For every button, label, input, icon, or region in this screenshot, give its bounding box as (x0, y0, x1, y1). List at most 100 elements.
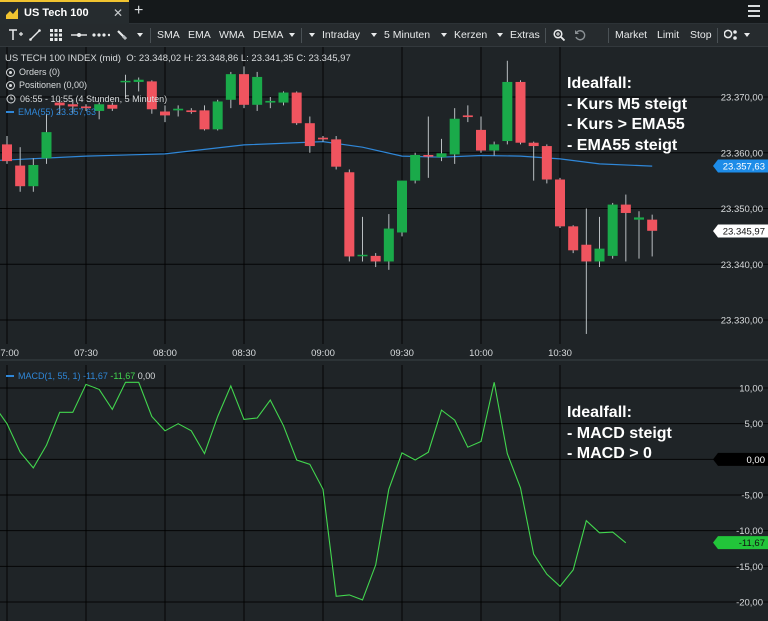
chevron-down-icon (309, 33, 315, 37)
market-order-button[interactable]: Market (615, 24, 647, 46)
period-value: 5 Minuten (384, 29, 431, 41)
positions-item[interactable]: Positionen (0,00) (6, 80, 87, 90)
candle-body (318, 137, 328, 140)
line-tool-icon[interactable] (29, 24, 41, 46)
candle-body (620, 204, 631, 213)
ema-swatch (6, 111, 14, 113)
extras-label: Extras (510, 29, 540, 41)
grid-tool-icon[interactable] (50, 24, 62, 46)
candle-body (2, 144, 12, 162)
price-axis-label: 23.330,00 (721, 316, 763, 327)
undo-icon[interactable] (574, 24, 586, 46)
macd-axis-label: -15,00 (736, 562, 763, 573)
macd-legend-signal: -11,67 (110, 371, 136, 381)
stop-order-button[interactable]: Stop (690, 24, 712, 46)
clock-icon (6, 94, 16, 104)
candle-body (383, 228, 394, 262)
chevron-down-icon (371, 33, 377, 37)
dotted-line-tool-icon[interactable] (92, 24, 110, 46)
candle-body (436, 153, 447, 158)
candle-body (476, 129, 486, 151)
wma-button[interactable]: WMA (219, 24, 245, 46)
chart-style-select[interactable]: Kerzen (441, 24, 487, 46)
candle-body (370, 255, 381, 262)
chart-icon (6, 8, 18, 19)
chevron-down-icon (744, 33, 750, 37)
candle-body (462, 115, 473, 118)
extras-menu[interactable]: Extras (497, 24, 540, 46)
horizontal-line-tool-icon[interactable] (71, 24, 87, 46)
candle-body (160, 111, 170, 116)
macd-axis-label: 10,00 (739, 384, 763, 395)
interval-value: Intraday (322, 29, 360, 41)
macd-legend[interactable]: MACD(1, 55, 1) -11,67 -11,67 0,00 (6, 371, 155, 381)
alerts-icon[interactable] (724, 24, 738, 46)
chevron-down-icon (137, 33, 143, 37)
candle-body (225, 74, 236, 100)
tab-us-tech-100[interactable]: US Tech 100 ✕ (0, 0, 129, 24)
candle-body (278, 92, 289, 103)
macd-axis-label: -5,00 (741, 491, 763, 502)
radio-icon (6, 80, 15, 90)
ema55-line (0, 140, 653, 167)
candle-body (133, 79, 144, 82)
ema-price-badge-text: 23.357,63 (723, 161, 765, 172)
macd-legend-histogram: 0,00 (137, 371, 156, 381)
orders-label: Orders (0) (19, 67, 61, 77)
candle-body (357, 254, 368, 257)
toolbar-divider (150, 28, 151, 43)
zoom-icon[interactable] (553, 24, 565, 46)
time-axis-label: 08:00 (153, 348, 177, 359)
toolbar-divider (301, 28, 302, 43)
candle-body (555, 179, 565, 227)
indicator-dropdown[interactable] (289, 24, 295, 46)
candle-body (186, 110, 197, 113)
candle-body (212, 101, 223, 130)
candle-body (252, 76, 263, 105)
ema-button[interactable]: EMA (188, 24, 211, 46)
candle-body (28, 165, 39, 187)
candle-body (239, 74, 249, 105)
timerange-label: 06:55 - 10:55 (4 Stunden, 5 Minuten) (20, 94, 168, 104)
ema-price-badge: 23.357,63 (713, 159, 768, 173)
price-axis-label: 23.360,00 (721, 148, 763, 159)
brush-tool-icon[interactable] (116, 24, 128, 46)
last-price-badge: 23.345,97 (713, 224, 768, 238)
candle-body (304, 123, 315, 147)
settings-dropdown[interactable] (744, 24, 750, 46)
chevron-down-icon (497, 33, 503, 37)
macd-line (0, 381, 627, 601)
limit-order-button[interactable]: Limit (657, 24, 679, 46)
drawing-tools-dropdown[interactable] (137, 24, 143, 46)
period-select[interactable]: 5 Minuten (371, 24, 430, 46)
toolbar-divider (717, 28, 718, 43)
interval-select[interactable]: Intraday (309, 24, 360, 46)
candle-body (331, 139, 342, 167)
candle-body (528, 142, 539, 147)
candle-body (397, 180, 407, 233)
candle-body (265, 100, 276, 103)
dema-button[interactable]: DEMA (253, 24, 283, 46)
candle-body (568, 226, 579, 251)
text-tool-icon[interactable] (8, 24, 24, 46)
add-tab-button[interactable]: + (134, 2, 143, 20)
orders-item[interactable]: Orders (0) (6, 67, 60, 77)
candle-body (449, 118, 460, 155)
time-axis-label: 10:00 (469, 348, 493, 359)
candle-body (120, 80, 131, 83)
close-icon[interactable]: ✕ (113, 6, 123, 20)
macd-axis-label: -20,00 (736, 598, 763, 609)
time-axis-label: 07:00 (0, 348, 19, 359)
candle-body (15, 165, 26, 187)
sma-button[interactable]: SMA (157, 24, 180, 46)
time-axis-label: 08:30 (232, 348, 256, 359)
ohlc-values: O: 23.348,02 H: 23.348,86 L: 23.341,35 C… (126, 53, 351, 64)
price-axis-label: 23.370,00 (721, 93, 763, 104)
radio-icon (6, 67, 15, 77)
ema-legend[interactable]: EMA(55) 23.357,63 (6, 107, 96, 117)
hamburger-menu-icon[interactable] (748, 5, 760, 17)
chevron-down-icon (289, 33, 295, 37)
timerange-item: 06:55 - 10:55 (4 Stunden, 5 Minuten) (6, 94, 167, 104)
candle-body (647, 219, 658, 231)
time-axis-label: 10:30 (548, 348, 572, 359)
